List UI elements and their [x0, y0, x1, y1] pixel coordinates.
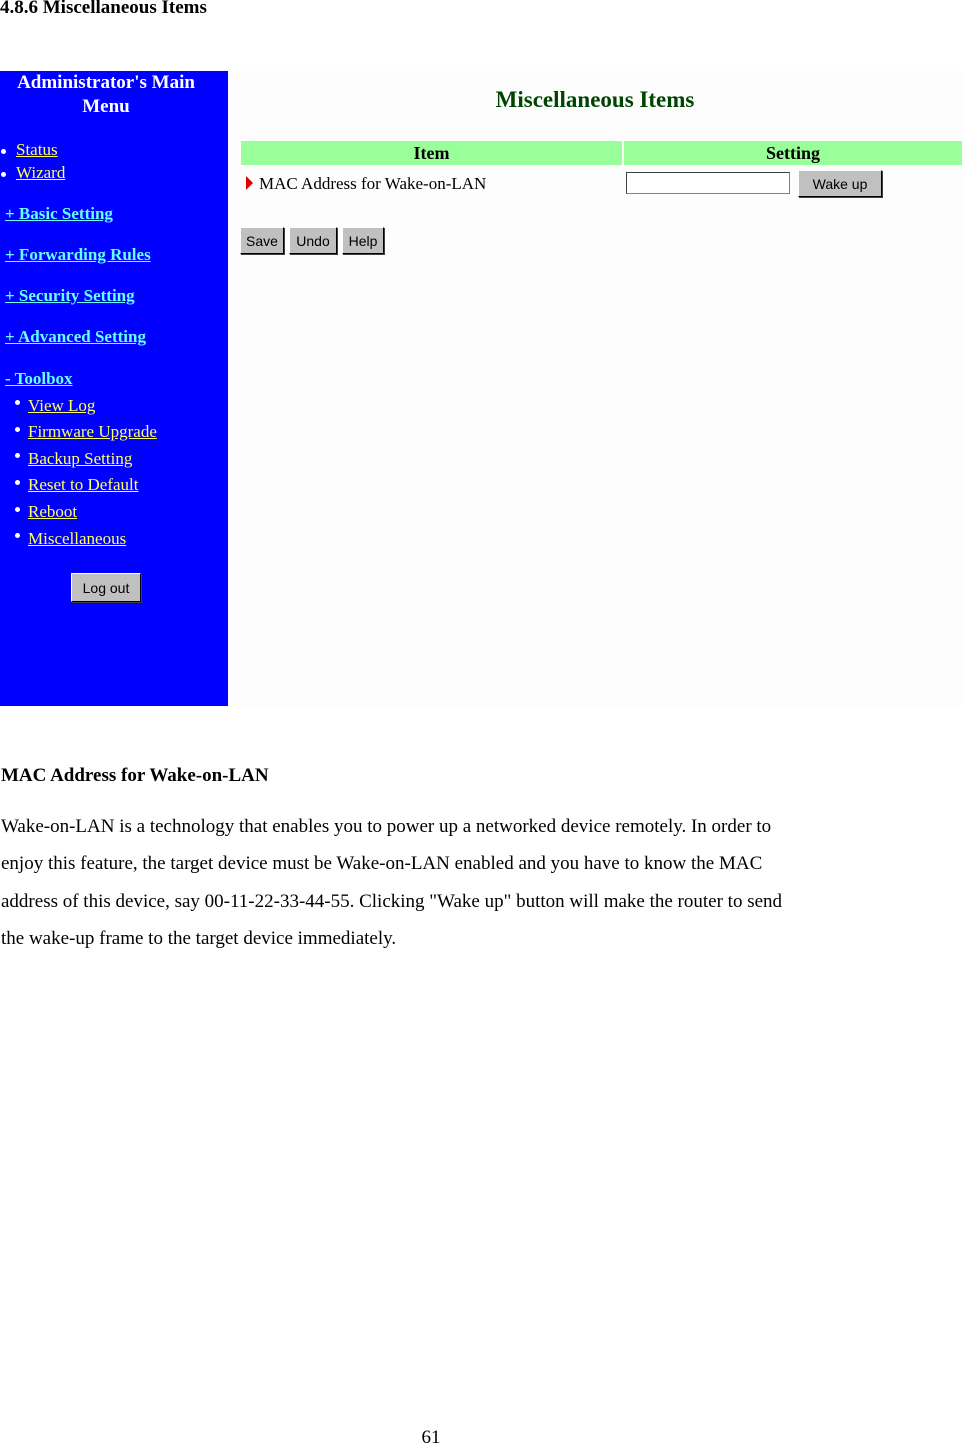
- nav-wizard[interactable]: Wizard: [16, 163, 65, 183]
- bullet-icon: [15, 507, 20, 512]
- column-header-setting: Setting: [624, 141, 962, 165]
- nav-forwarding-rules[interactable]: + Forwarding Rules: [5, 245, 151, 265]
- nav-reset-to-default[interactable]: Reset to Default: [28, 475, 138, 495]
- nav-backup-setting[interactable]: Backup Setting: [28, 449, 132, 469]
- bullet-icon: [15, 533, 20, 538]
- nav-toolbox[interactable]: - Toolbox: [5, 369, 73, 389]
- logout-button[interactable]: Log out: [71, 573, 141, 602]
- bullet-icon: [15, 480, 20, 485]
- page-title: Miscellaneous Items: [495, 87, 695, 112]
- column-header-item: Item: [241, 141, 622, 165]
- menu-title: Administrator's Main Menu: [17, 72, 195, 117]
- help-button[interactable]: Help: [342, 227, 384, 254]
- mac-address-input[interactable]: [626, 172, 790, 194]
- mac-address-label: MAC Address for Wake-on-LAN: [259, 174, 487, 193]
- arrow-right-icon: [246, 176, 253, 190]
- nav-security-setting[interactable]: + Security Setting: [5, 286, 135, 306]
- save-button[interactable]: Save: [240, 227, 284, 254]
- section-heading: 4.8.6 Miscellaneous Items: [0, 0, 207, 18]
- undo-button[interactable]: Undo: [289, 227, 337, 254]
- nav-firmware-upgrade[interactable]: Firmware Upgrade: [28, 422, 157, 442]
- router-ui-screenshot: Administrator's Main Menu Status Wizard …: [0, 71, 962, 706]
- bullet-icon: [15, 453, 20, 458]
- paragraph-heading: MAC Address for Wake-on-LAN: [1, 765, 269, 786]
- nav-basic-setting[interactable]: + Basic Setting: [5, 204, 113, 224]
- nav-advanced-setting[interactable]: + Advanced Setting: [5, 327, 146, 347]
- bullet-icon: [15, 400, 20, 405]
- nav-miscellaneous[interactable]: Miscellaneous: [28, 529, 126, 549]
- sidebar: Administrator's Main Menu Status Wizard …: [0, 71, 228, 706]
- bullet-icon: [1, 149, 6, 154]
- description-paragraph: Wake-on-LAN is a technology that enables…: [1, 816, 783, 949]
- nav-status[interactable]: Status: [16, 140, 58, 160]
- nav-reboot[interactable]: Reboot: [28, 502, 77, 522]
- bullet-icon: [1, 172, 6, 177]
- nav-view-log[interactable]: View Log: [28, 396, 95, 416]
- bullet-icon: [15, 427, 20, 432]
- main-panel: Miscellaneous Items Item Setting MAC Add…: [228, 71, 962, 706]
- wake-up-button[interactable]: Wake up: [798, 170, 882, 197]
